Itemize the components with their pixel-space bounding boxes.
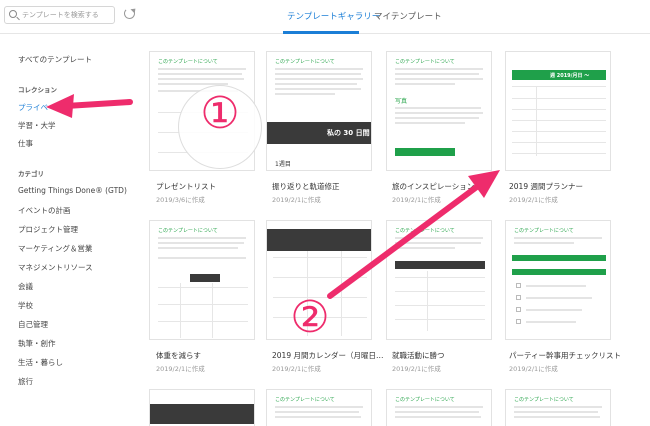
annotation-number-2: ②	[290, 292, 330, 343]
sidebar-item-all-templates[interactable]: すべてのテンプレート	[18, 54, 92, 65]
preview-banner-text: 週 2019/月日 ～	[550, 73, 590, 79]
preview-heading: このテンプレートについて	[514, 397, 574, 403]
card-title[interactable]: 就職活動に勝つ	[392, 350, 445, 361]
preview-heading: このテンプレートについて	[395, 59, 455, 65]
card-title[interactable]: プレゼントリスト	[156, 181, 216, 192]
card-title[interactable]: 2019 週間プランナー	[509, 181, 583, 192]
sidebar: すべてのテンプレート コレクション プライベート 学習・大学 仕事 カテゴリ G…	[0, 34, 140, 426]
sidebar-item-writing[interactable]: 執筆・創作	[18, 338, 56, 349]
template-card-preview[interactable]: このテンプレートについて 写真	[386, 51, 492, 171]
sidebar-item-meetings[interactable]: 会議	[18, 281, 33, 292]
preview-heading: このテンプレートについて	[158, 228, 218, 234]
card-title[interactable]: パーティー幹事用チェックリスト	[509, 350, 621, 361]
template-card-preview[interactable]: このテンプレートについて	[505, 220, 611, 340]
card-date: 2019/2/1に作成	[272, 196, 321, 204]
sidebar-item-self-management[interactable]: 自己管理	[18, 319, 48, 330]
card-title[interactable]: 旅のインスピレーション	[392, 181, 474, 192]
card-date: 2019/3/6に作成	[156, 196, 205, 204]
sidebar-item-management[interactable]: マネジメントリソース	[18, 262, 93, 273]
tab-template-gallery[interactable]: テンプレートギャラリー	[287, 10, 380, 22]
sidebar-item-work[interactable]: 仕事	[18, 138, 33, 149]
preview-banner-text: 私の 30 日間	[327, 129, 370, 137]
sidebar-item-travel[interactable]: 旅行	[18, 376, 33, 387]
sidebar-item-private[interactable]: プライベート	[18, 102, 63, 113]
template-card-preview[interactable]: このテンプレートについて 私の 30 日間 1週目	[266, 51, 372, 171]
sidebar-item-marketing[interactable]: マーケティング＆営業	[18, 243, 92, 254]
template-card-preview[interactable]: このテンプレートについて	[149, 220, 255, 340]
card-date: 2019/2/1に作成	[509, 196, 558, 204]
search-box[interactable]	[4, 6, 115, 24]
annotation-number-1: ①	[200, 88, 240, 139]
preview-heading: このテンプレートについて	[395, 228, 455, 234]
card-date: 2019/2/1に作成	[156, 365, 205, 373]
preview-heading: このテンプレートについて	[395, 397, 455, 403]
refresh-icon[interactable]	[124, 8, 135, 19]
search-input[interactable]	[22, 8, 112, 22]
preview-heading: このテンプレートについて	[275, 397, 335, 403]
card-date: 2019/2/1に作成	[392, 196, 441, 204]
preview-heading: このテンプレートについて	[275, 59, 335, 65]
active-tab-indicator	[283, 31, 359, 34]
card-date: 2019/2/1に作成	[509, 365, 558, 373]
card-title[interactable]: 2019 月間カレンダー（月曜日…	[272, 350, 383, 361]
template-card-preview[interactable]	[149, 389, 255, 426]
preview-label: 写真	[395, 98, 408, 105]
sidebar-item-gtd[interactable]: Getting Things Done® (GTD)	[18, 186, 127, 195]
preview-heading: このテンプレートについて	[158, 59, 218, 65]
tab-my-templates[interactable]: マイテンプレート	[374, 10, 442, 22]
sidebar-item-study[interactable]: 学習・大学	[18, 120, 56, 131]
card-title[interactable]: 振り返りと軌道修正	[272, 181, 340, 192]
sidebar-item-school[interactable]: 学校	[18, 300, 33, 311]
template-card-preview[interactable]: このテンプレートについて	[386, 389, 492, 426]
sidebar-item-event-planning[interactable]: イベントの計画	[18, 205, 71, 216]
card-date: 2019/2/1に作成	[272, 365, 321, 373]
preview-heading: このテンプレートについて	[514, 228, 574, 234]
collection-heading: コレクション	[18, 86, 57, 94]
template-card-preview[interactable]: このテンプレートについて	[505, 389, 611, 426]
template-card-preview[interactable]: 週 2019/月日 ～	[505, 51, 611, 171]
template-card-preview[interactable]: このテンプレートについて	[266, 389, 372, 426]
sidebar-item-living[interactable]: 生活・暮らし	[18, 357, 63, 368]
preview-label: 1週目	[275, 161, 291, 168]
template-card-preview[interactable]: このテンプレートについて	[386, 220, 492, 340]
card-date: 2019/2/1に作成	[392, 365, 441, 373]
card-title[interactable]: 体重を減らす	[156, 350, 201, 361]
top-bar: テンプレートギャラリー マイテンプレート	[0, 0, 650, 34]
search-icon	[9, 10, 17, 18]
category-heading: カテゴリ	[18, 170, 44, 178]
sidebar-item-project-management[interactable]: プロジェクト管理	[18, 224, 78, 235]
